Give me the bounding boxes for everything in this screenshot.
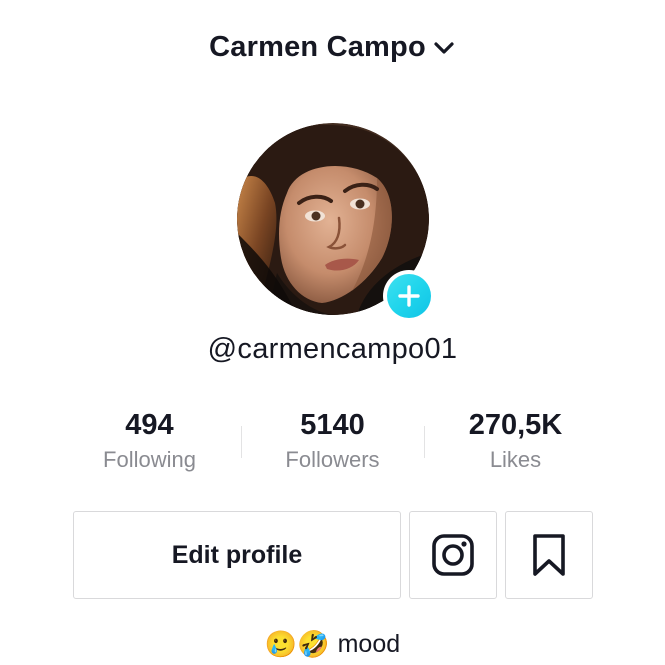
following-label: Following (103, 447, 196, 472)
smiling-tear-emoji: 🥲 (264, 629, 298, 659)
stat-divider (424, 426, 425, 458)
stat-following[interactable]: 494 Following (58, 406, 241, 480)
bio: 🥲 🤣 mood (0, 628, 665, 660)
username: @carmencampo01 (207, 333, 458, 365)
followers-label: Followers (285, 447, 380, 472)
stat-divider (241, 426, 242, 458)
stat-followers[interactable]: 5140 Followers (241, 406, 424, 480)
likes-label: Likes (489, 447, 542, 472)
bio-text: mood (337, 629, 401, 658)
bookmark-button[interactable] (505, 511, 593, 599)
likes-count: 270,5K (468, 409, 563, 441)
followers-count: 5140 (300, 409, 365, 441)
add-story-button[interactable] (383, 270, 435, 322)
instagram-icon (432, 534, 474, 576)
account-switcher[interactable]: Carmen Campo (0, 26, 665, 68)
stat-likes[interactable]: 270,5K Likes (424, 406, 607, 480)
rofl-emoji: 🤣 (297, 629, 330, 659)
chevron-down-icon (434, 42, 454, 54)
bookmark-icon (533, 534, 565, 576)
plus-icon (398, 285, 420, 307)
profile-stats: 494 Following 5140 Followers 270,5K Like… (58, 406, 608, 480)
edit-profile-button[interactable]: Edit profile (73, 511, 401, 599)
following-count: 494 (125, 409, 174, 441)
display-name: Carmen Campo (209, 30, 426, 63)
instagram-button[interactable] (409, 511, 497, 599)
